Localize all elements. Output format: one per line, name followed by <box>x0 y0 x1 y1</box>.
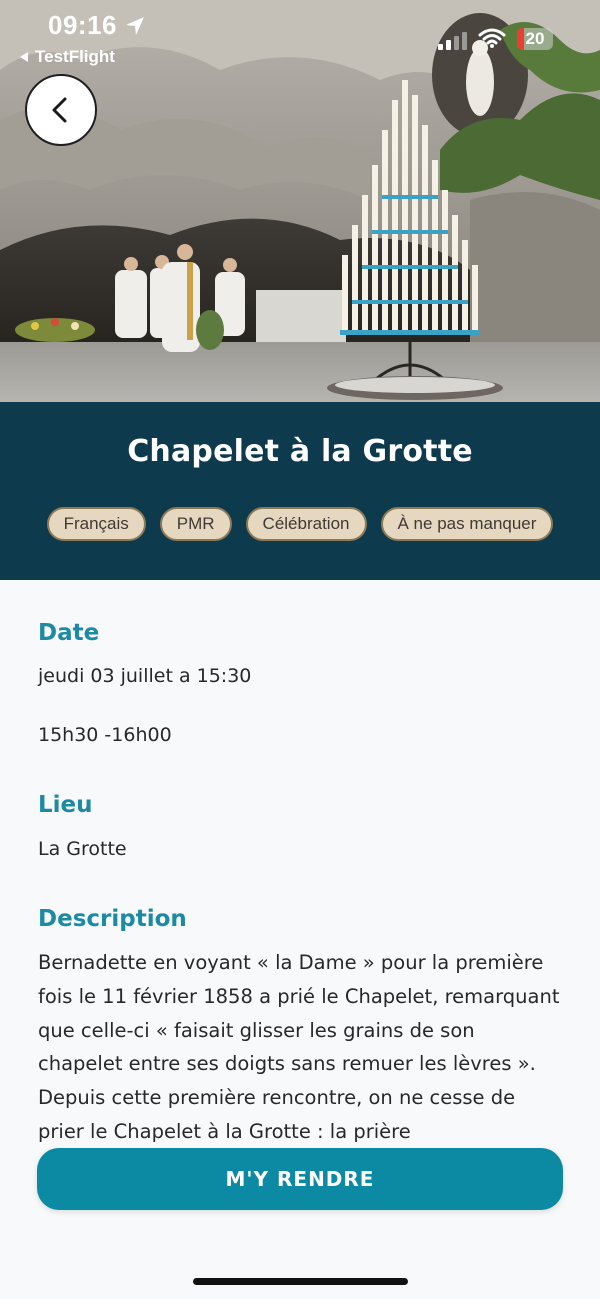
location-arrow-icon <box>126 17 144 35</box>
home-indicator[interactable] <box>193 1278 408 1285</box>
date-heading: Date <box>38 620 100 646</box>
status-time: 09:16 <box>48 10 117 40</box>
tag-list: Français PMR Célébration À ne pas manque… <box>0 507 600 541</box>
description-heading: Description <box>38 906 187 932</box>
battery-level-fill <box>517 28 525 50</box>
place-value: La Grotte <box>38 838 127 860</box>
battery-percent: 20 <box>525 29 545 48</box>
back-button[interactable] <box>25 74 97 146</box>
tag-accessibility: PMR <box>159 507 232 541</box>
back-to-testflight-link[interactable]: TestFlight <box>20 47 115 67</box>
go-there-button[interactable]: M'Y RENDRE <box>37 1148 563 1210</box>
time-range: 15h30 -16h00 <box>38 724 172 746</box>
place-heading: Lieu <box>38 792 93 818</box>
tag-highlight: À ne pas manquer <box>380 507 554 541</box>
event-header: Chapelet à la Grotte Français PMR Célébr… <box>0 402 600 580</box>
description-scroll[interactable]: Bernadette en voyant « la Dame » pour la… <box>38 946 568 1150</box>
tag-category: Célébration <box>245 507 367 541</box>
back-triangle-icon <box>20 52 28 62</box>
cellular-signal-icon <box>438 32 467 50</box>
back-app-label: TestFlight <box>35 47 115 66</box>
chevron-left-icon <box>52 97 67 123</box>
date-value: jeudi 03 juillet a 15:30 <box>38 665 252 687</box>
tag-language: Français <box>46 507 146 541</box>
event-title: Chapelet à la Grotte <box>127 434 473 469</box>
wifi-icon <box>478 28 506 48</box>
description-text: Bernadette en voyant « la Dame » pour la… <box>38 951 560 1143</box>
battery-indicator: 20 <box>517 28 553 50</box>
